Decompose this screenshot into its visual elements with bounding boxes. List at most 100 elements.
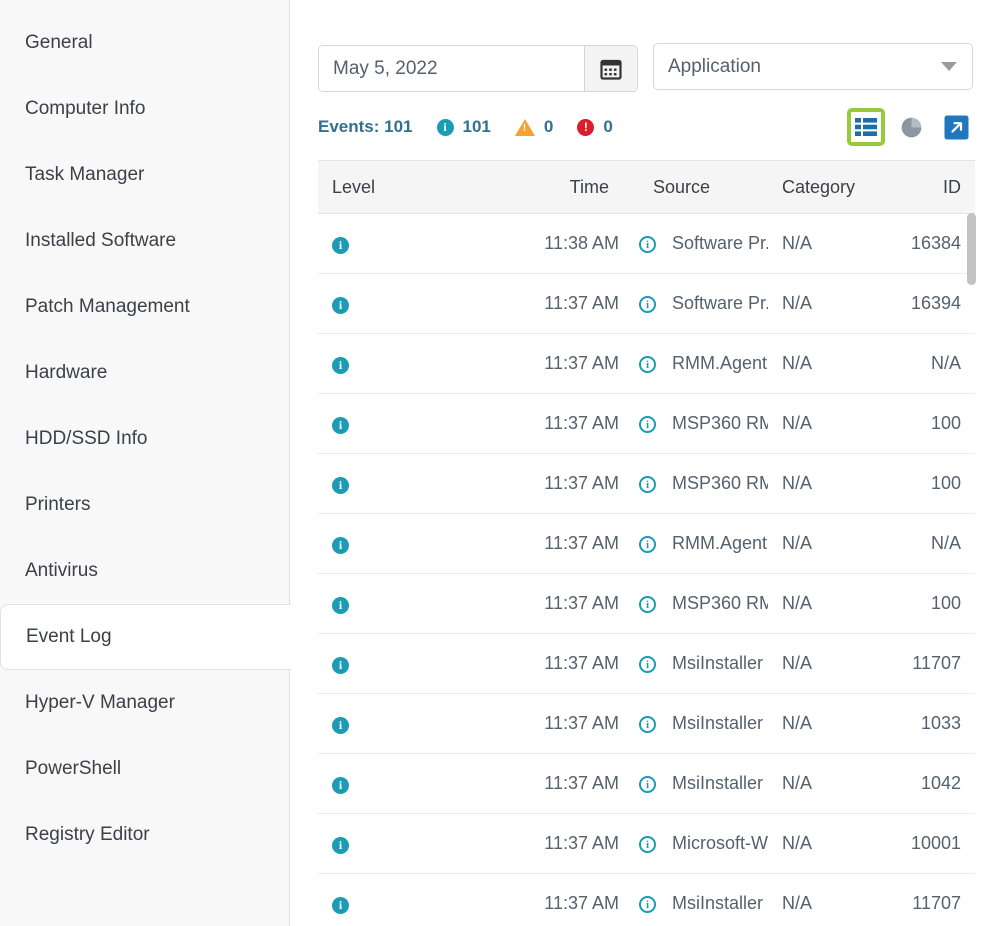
sidebar-item-label: PowerShell (25, 758, 122, 779)
info-circle-icon: i (332, 236, 349, 254)
table-list-icon (855, 118, 877, 136)
table-header: Level Time Source Category ID (318, 160, 975, 214)
info-outline-icon[interactable]: i (639, 235, 656, 253)
sidebar-item-general[interactable]: General (0, 10, 290, 76)
sidebar-item-label: Installed Software (25, 230, 177, 251)
info-outline-icon[interactable]: i (639, 355, 656, 373)
cell-time: 11:37 AM (488, 393, 623, 454)
view-toggle-group (847, 108, 975, 146)
content-panel: Application Table view Events: 101 i 101… (290, 0, 996, 926)
sidebar-item-event-log[interactable]: Event Log (0, 604, 291, 670)
table-row[interactable]: i 11:37 AM i MSP360 RM...N/A100 (318, 453, 975, 514)
sidebar-item-antivirus[interactable]: Antivirus (0, 538, 290, 604)
table-scrollbar[interactable] (967, 213, 976, 926)
cell-time: 11:37 AM (488, 573, 623, 634)
sidebar-item-hardware[interactable]: Hardware (0, 340, 290, 406)
sidebar-item-patch-management[interactable]: Patch Management (0, 274, 290, 340)
column-header-category[interactable]: Category (768, 160, 878, 214)
cell-category: N/A (768, 753, 878, 814)
info-outline-icon[interactable]: i (639, 655, 656, 673)
cell-level: i (318, 393, 488, 454)
cell-time: 11:37 AM (488, 633, 623, 694)
table-row[interactable]: i11:37 AMiRMM.Agent....N/AN/A (318, 333, 975, 394)
calendar-button[interactable] (584, 46, 637, 91)
sidebar-item-computer-info[interactable]: Computer Info (0, 76, 290, 142)
cell-level: i (318, 813, 488, 874)
cell-source: i Software Pr... (623, 213, 768, 274)
table-view-button[interactable] (847, 108, 885, 146)
cell-source: i Microsoft-W... (623, 813, 768, 874)
cell-id: 16384 (878, 213, 975, 274)
info-outline-icon[interactable]: i (639, 415, 656, 433)
info-circle-icon: i (332, 716, 349, 734)
toolbar: Application (290, 0, 996, 104)
table-row[interactable]: i 11:37 AM i MsiInstaller N/A 11707 (318, 873, 975, 926)
table-row[interactable]: i 11:37 AM i Software Pr...N/A16394 (318, 273, 975, 334)
sidebar-item-registry-editor[interactable]: Registry Editor (0, 802, 290, 868)
cell-category: N/A (768, 213, 878, 274)
info-outline-icon[interactable]: i (639, 535, 656, 553)
table-scrollbar-thumb[interactable] (967, 213, 976, 285)
cell-source: i RMM.Agent.... (623, 333, 768, 394)
info-outline-icon[interactable]: i (639, 715, 656, 733)
info-circle-icon: i (332, 296, 349, 314)
sidebar-item-label: HDD/SSD Info (25, 428, 148, 449)
info-outline-icon[interactable]: i (639, 595, 656, 613)
info-outline-icon[interactable]: i (639, 835, 656, 853)
info-circle-icon: i (436, 118, 454, 136)
sidebar-item-printers[interactable]: Printers (0, 472, 290, 538)
log-type-select[interactable]: Application (653, 43, 973, 90)
cell-level: i (318, 693, 488, 754)
info-outline-icon[interactable]: i (639, 475, 656, 493)
column-header-time[interactable]: Time (488, 160, 623, 214)
sidebar-item-label: General (25, 32, 93, 53)
sidebar-item-powershell[interactable]: PowerShell (0, 736, 290, 802)
info-outline-icon[interactable]: i (639, 295, 656, 313)
cell-category: N/A (768, 393, 878, 454)
error-count: 0 (603, 117, 613, 136)
table-row[interactable]: i11:37 AMiRMM.Agent....N/AN/A (318, 513, 975, 574)
error-stat: ! 0 (577, 117, 613, 137)
cell-time: 11:37 AM (488, 453, 623, 514)
cell-time: 11:37 AM (488, 273, 623, 334)
cell-time: 11:37 AM (488, 693, 623, 754)
sidebar-item-label: Printers (25, 494, 91, 515)
cell-id: 1042 (878, 753, 975, 814)
table-row[interactable]: i 11:37 AM i Microsoft-W...N/A10001 (318, 813, 975, 874)
sidebar-item-task-manager[interactable]: Task Manager (0, 142, 290, 208)
chevron-down-icon[interactable] (926, 62, 972, 71)
event-log-table: Level Time Source Category ID i 11:38 AM i… (318, 160, 975, 926)
table-row[interactable]: i 11:37 AM i MsiInstaller N/A 1042 (318, 753, 975, 814)
column-header-id[interactable]: ID (878, 160, 975, 214)
column-header-level[interactable]: Level (318, 160, 488, 214)
log-type-select-value: Application (668, 55, 761, 77)
info-outline-icon[interactable]: i (639, 775, 656, 793)
cell-level: i (318, 453, 488, 514)
cell-source: i Software Pr... (623, 273, 768, 334)
column-header-source[interactable]: Source (623, 160, 768, 214)
table-row[interactable]: i 11:38 AM i Software Pr...N/A16384 (318, 213, 975, 274)
cell-category: N/A (768, 453, 878, 514)
cell-source-text: MSP360 RM... (672, 593, 768, 613)
info-circle-icon: i (332, 776, 349, 794)
cell-category: N/A (768, 513, 878, 574)
table-row[interactable]: i 11:37 AM i MsiInstaller N/A 1033 (318, 693, 975, 754)
date-input[interactable] (319, 46, 584, 91)
chart-view-button[interactable] (892, 108, 930, 146)
table-row[interactable]: i 11:37 AM i MsiInstaller N/A 11707 (318, 633, 975, 694)
info-outline-icon[interactable]: i (639, 895, 656, 913)
sidebar-item-installed-software[interactable]: Installed Software (0, 208, 290, 274)
cell-source-text: MsiInstaller (672, 713, 764, 733)
info-circle-icon: i (332, 356, 349, 374)
cell-level: i (318, 513, 488, 574)
date-filter[interactable] (318, 45, 638, 92)
sidebar-item-hyper-v-manager[interactable]: Hyper-V Manager (0, 670, 290, 736)
cell-id: 11707 (878, 633, 975, 694)
table-row[interactable]: i 11:37 AM i MSP360 RM...N/A100 (318, 393, 975, 454)
sidebar-item-hdd-ssd-info[interactable]: HDD/SSD Info (0, 406, 290, 472)
table-row[interactable]: i 11:37 AM i MSP360 RM...N/A100 (318, 573, 975, 634)
cell-id: 100 (878, 453, 975, 514)
cell-source: i MSP360 RM... (623, 453, 768, 514)
expand-button[interactable] (937, 108, 975, 146)
event-stats-bar: Events: 101 i 101 0 ! 0 (318, 112, 613, 142)
